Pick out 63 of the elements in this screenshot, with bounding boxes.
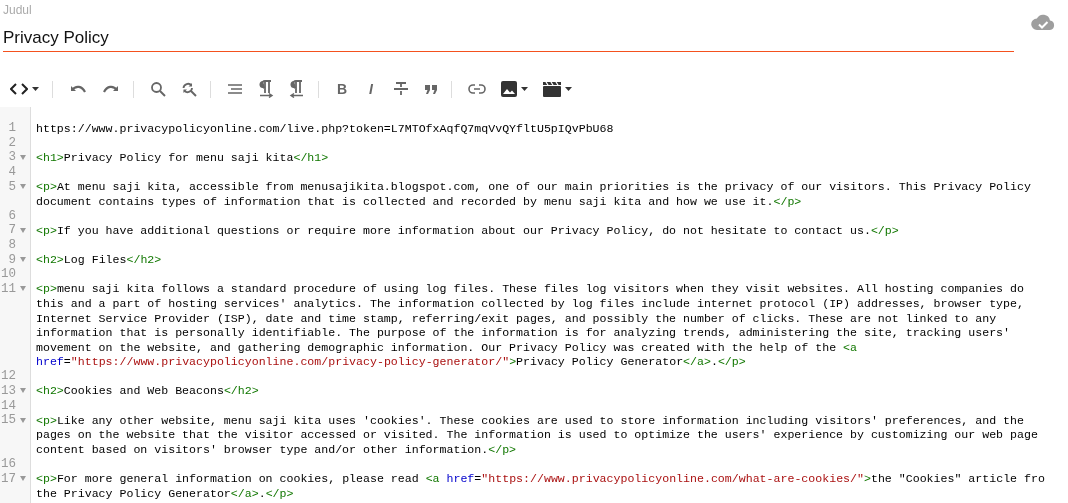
code-line: this and a part of hosting services' analytics. The information collected by log files include internet protocol (IP) addresses, browser type, xyxy=(36,296,1024,310)
line-number: 16 xyxy=(1,456,16,471)
code-line: content based on visitors' browser type and/or other information.</p> xyxy=(36,442,517,456)
line-number: 14 xyxy=(1,398,16,413)
code-line: the Privacy Policy Generator</a>.</p> xyxy=(36,486,294,500)
code-line: <p>If you have additional questions or require more information about our Privacy Policy, do not hesitate to contact us.</p> xyxy=(36,223,899,237)
code-line: <h2>Log Files</h2> xyxy=(36,253,162,267)
paragraph-left-arrow-icon xyxy=(289,80,305,98)
line-number: 15 xyxy=(1,413,16,428)
line-number: 7 xyxy=(8,223,16,238)
code-line: <h1>Privacy Policy for menu saji kita</h1> xyxy=(36,151,329,164)
code-line: <p>menu saji kita follows a standard procedure of using log files. These files log visitors when they visit websites. All hosting companies do xyxy=(36,282,1024,296)
paragraph-right-arrow-icon xyxy=(258,80,274,98)
clapperboard-icon xyxy=(543,81,561,97)
caret-icon xyxy=(521,87,528,91)
code-line: document contains types of information that is collected and recorded by menu saji kita and how we use it.</p> xyxy=(36,194,802,208)
fold-arrow-icon[interactable] xyxy=(20,184,26,190)
line-number: 1 xyxy=(8,121,16,136)
line-number: 8 xyxy=(8,238,16,253)
fold-arrow-icon[interactable] xyxy=(20,476,26,482)
search-icon xyxy=(150,81,166,97)
code-line: pages on the website that the visitor accessed or visited. The information is used to optimize the users' experience by customizing our web page xyxy=(36,428,1038,442)
line-number: 2 xyxy=(8,135,16,150)
code-line: https://www.privacypolicyonline.com/live.php?token=L7MTOfxAqfQ7mqVvQYfltU5pIQvPbU68 xyxy=(36,121,614,135)
line-number: 9 xyxy=(8,252,16,267)
code-line: <h2>Cookies and Web Beacons</h2> xyxy=(36,384,259,398)
caret-icon xyxy=(32,87,39,91)
quote-icon xyxy=(424,84,438,94)
line-number: 4 xyxy=(8,165,16,180)
italic-button[interactable]: I xyxy=(358,75,384,103)
line-number: 12 xyxy=(1,369,16,384)
line-number: 11 xyxy=(1,281,16,296)
line-number: 6 xyxy=(8,208,16,223)
cloud-check-icon xyxy=(1031,13,1055,31)
code-line: <p>For more general information on cookies, please read <a href="https://www.privacypolicyonline.com/what-are-cookies/">the "Cookies" article fro xyxy=(36,472,1045,486)
fold-arrow-icon[interactable] xyxy=(20,286,26,292)
strikethrough-icon xyxy=(393,81,409,97)
link-icon xyxy=(468,84,486,94)
bold-button[interactable]: B xyxy=(329,75,355,103)
fold-arrow-icon[interactable] xyxy=(20,155,26,160)
search-refresh-icon xyxy=(181,81,197,97)
caret-icon xyxy=(565,87,572,91)
code-line: <p>Like any other website, menu saji kita uses 'cookies'. These cookies are used to store information including visitors' preferences, and the xyxy=(36,413,1024,427)
line-number: 3 xyxy=(8,150,16,165)
fold-arrow-icon[interactable] xyxy=(20,417,26,423)
code-line: information that is personally identifiable. The purpose of the information is for analyzing trends, administering the site, tracking users' xyxy=(36,326,1011,340)
line-number: 10 xyxy=(1,267,16,282)
line-number: 13 xyxy=(1,384,16,398)
code-line: <p>At menu saji kita, accessible from menusajikita.blogspot.com, one of our main priorities is the privacy of our visitors. This Privacy Policy xyxy=(36,180,1031,194)
code-line: Internet Service Provider (ISP), date and time stamp, referring/exit pages, and possibly the number of clicks. These are not linked to any xyxy=(36,311,997,325)
field-label: Judul xyxy=(3,3,33,17)
fold-arrow-icon[interactable] xyxy=(20,227,26,233)
code-line: href="https://www.privacypolicyonline.com/privacy-policy-generator/">Privacy Policy Generator</a>.</p> xyxy=(36,355,746,369)
title-field[interactable]: Judul Privacy Policy xyxy=(3,0,1014,52)
fold-arrow-icon[interactable] xyxy=(20,388,26,394)
code-line: movement on the website, and gathering demographic information. Our Privacy Policy was created with the help of the <a xyxy=(36,340,857,354)
code-icon xyxy=(10,82,28,96)
align-lines-icon xyxy=(227,83,243,95)
title-value: Privacy Policy xyxy=(3,28,110,48)
line-number: 5 xyxy=(8,179,16,194)
line-number: 17 xyxy=(1,471,16,486)
image-icon xyxy=(501,81,517,97)
fold-arrow-icon[interactable] xyxy=(20,257,26,263)
